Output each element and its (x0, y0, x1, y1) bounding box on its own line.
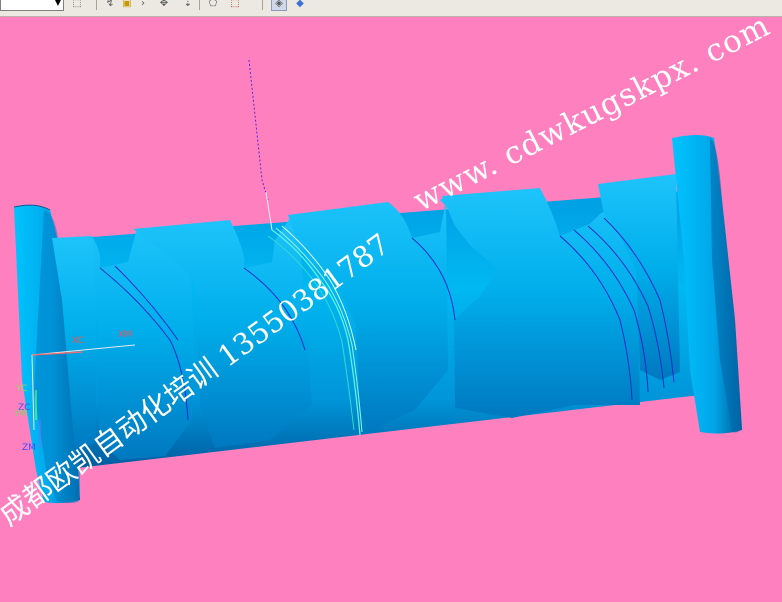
pin-icon[interactable]: ⇣ (181, 0, 195, 10)
solid-cube-icon[interactable]: ◆ (293, 0, 307, 10)
graphics-viewport[interactable]: XC XM YC ZC YM ZM (0, 17, 782, 598)
point-filter-icon[interactable]: ↯ (103, 0, 117, 10)
polygon-select-icon[interactable]: ⬠ (206, 0, 220, 10)
selection-filter-dropdown[interactable]: ▼ (0, 0, 64, 11)
select-feature-icon[interactable]: ▣ (120, 0, 134, 10)
snap-icon[interactable]: ⬚ (70, 0, 84, 10)
model-canvas[interactable] (0, 17, 782, 598)
toolbar-separator (262, 0, 263, 10)
toolbar-separator (199, 0, 200, 10)
chevron-down-icon[interactable]: ▼ (55, 0, 61, 7)
move-icon[interactable]: ✥ (157, 0, 171, 10)
zm-axis-label: ZM (22, 443, 36, 453)
toolbar: ▼ ⬚ ↯ ▣ › ✥ ⇣ ⬠ ⬚ ◈ ◆ (0, 0, 782, 17)
box-select-icon[interactable]: ⬚ (228, 0, 242, 10)
xc-axis-label: XC (72, 336, 84, 346)
shaded-view-icon[interactable]: ◈ (271, 0, 287, 11)
toolbar-separator (96, 0, 97, 10)
yc-axis-label: YC (16, 384, 28, 394)
xm-axis-label: XM (118, 330, 132, 340)
arrow-right-icon[interactable]: › (136, 0, 150, 10)
ym-axis-label: YM (14, 409, 28, 419)
